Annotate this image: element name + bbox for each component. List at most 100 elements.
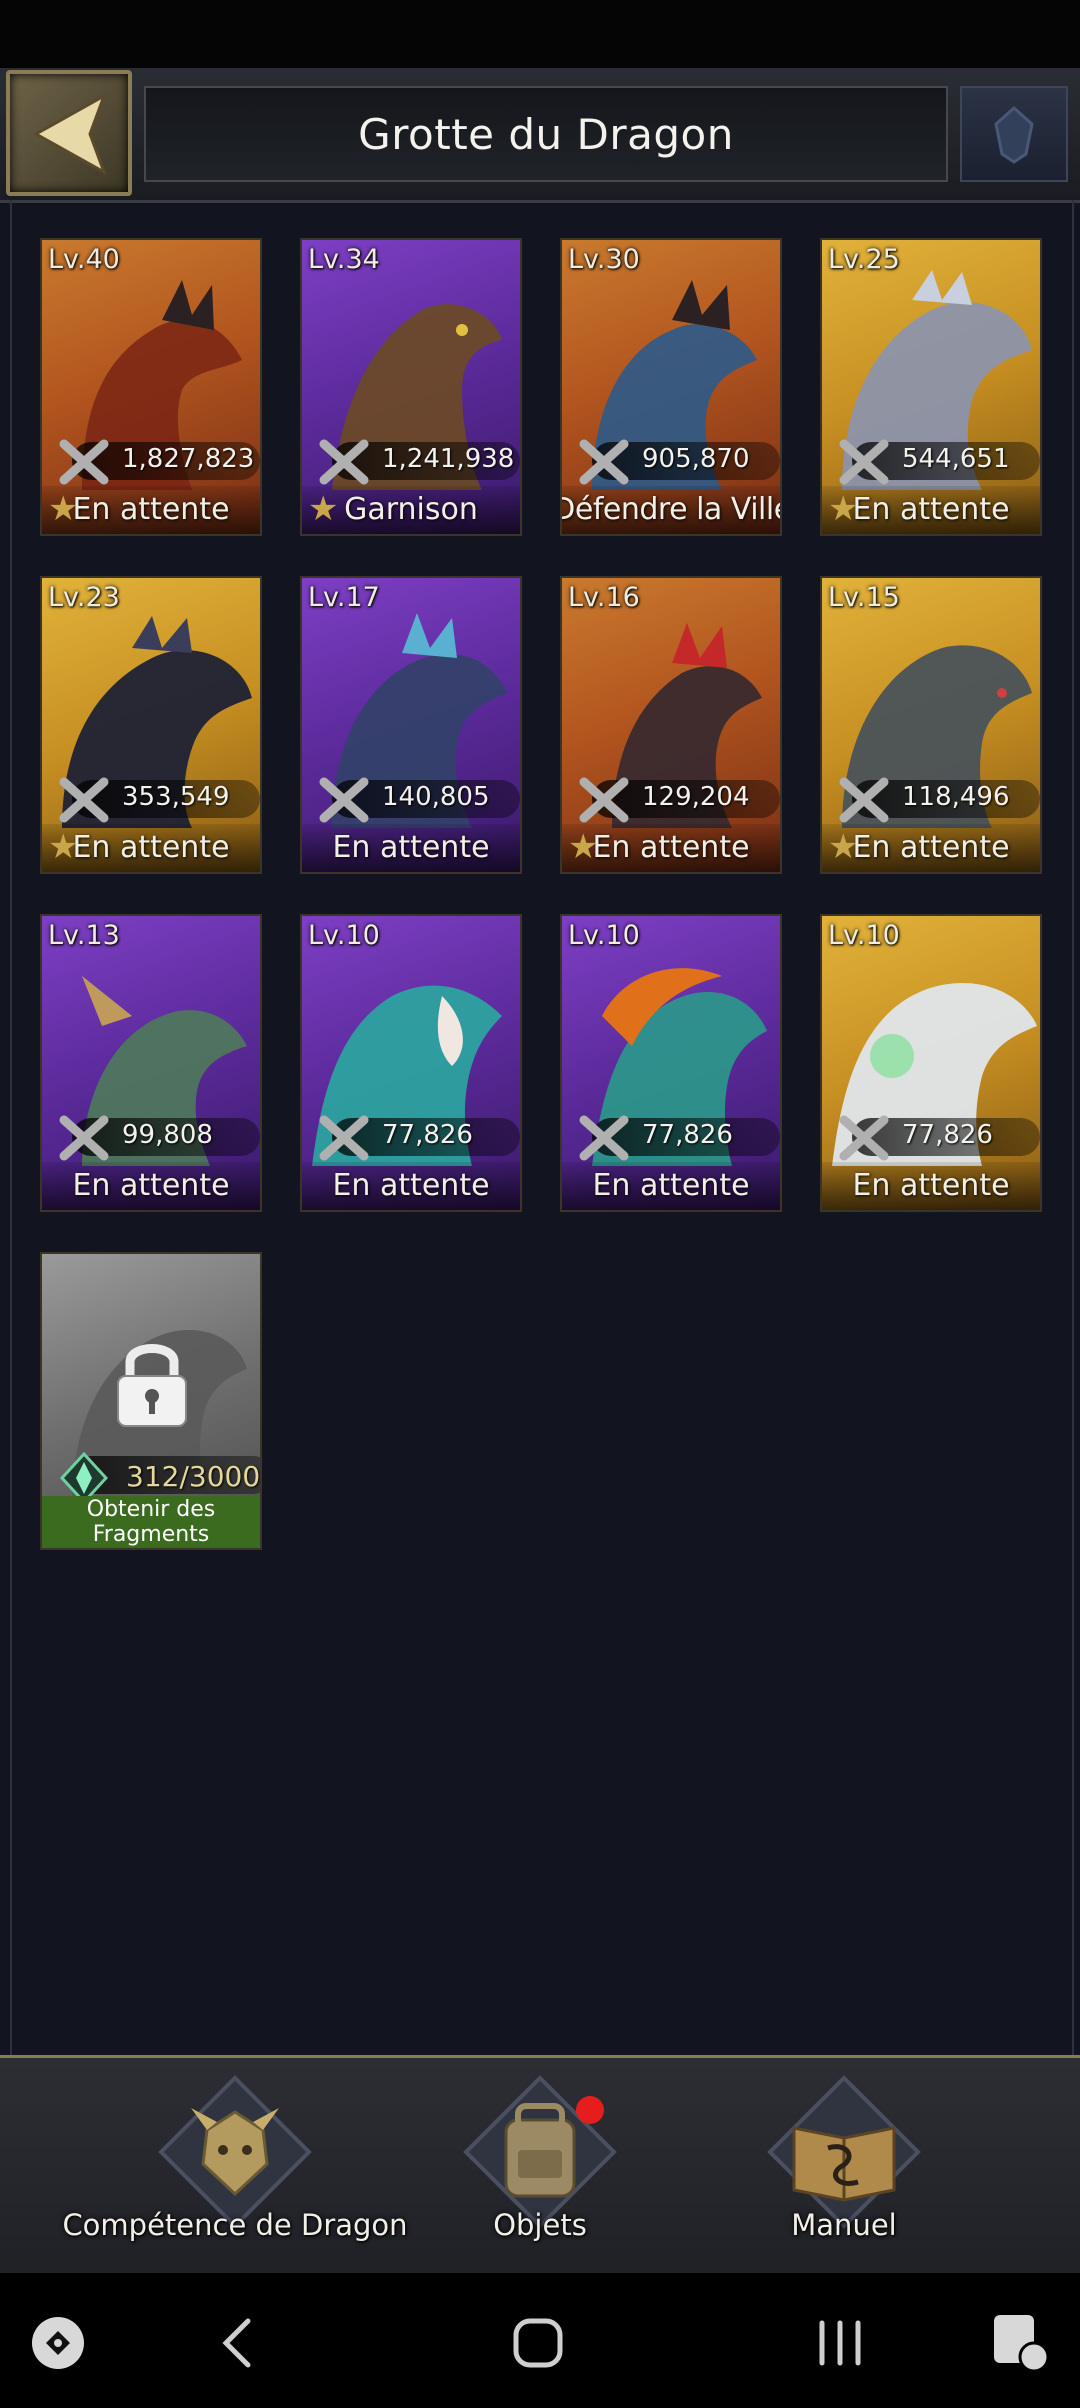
power-row: 140,805 [302, 776, 520, 823]
status-strip: En attente [822, 1162, 1040, 1210]
items-button[interactable]: Objets [440, 2058, 640, 2276]
level-label: Lv.25 [828, 244, 900, 275]
power-row: 77,826 [302, 1114, 520, 1161]
header: Grotte du Dragon [0, 68, 1080, 203]
status-label: En attente [72, 492, 230, 527]
crossed-swords-icon [319, 777, 369, 823]
status-strip: ★ Garnison [302, 486, 520, 534]
status-bar [0, 0, 1080, 68]
back-arrow-icon [32, 92, 107, 176]
dragon-card[interactable]: Lv.16 129,204 ★ En attente [560, 576, 782, 874]
dragon-card[interactable]: Lv.34 1,241,938 ★ Garnison [300, 238, 522, 536]
dragon-card[interactable]: Lv.23 353,549 ★ En attente [40, 576, 262, 874]
dragon-card[interactable]: Lv.40 1,827,823 ★ En attente [40, 238, 262, 536]
get-fragments-label-line1: Obtenir des [86, 1497, 216, 1522]
status-label: Défendre la Ville [560, 492, 782, 527]
power-value: 77,826 [642, 1120, 733, 1150]
fragment-row: 312/3000 [42, 1452, 260, 1504]
dragon-card[interactable]: Lv.10 77,826 En attente [820, 914, 1042, 1212]
status-label: En attente [852, 1168, 1010, 1203]
dragon-card[interactable]: Lv.25 544,651 ★ En attente [820, 238, 1042, 536]
crest-icon [994, 105, 1034, 164]
power-row: 129,204 [562, 776, 780, 823]
status-label: En attente [852, 830, 1010, 865]
level-label: Lv.15 [828, 582, 900, 613]
status-label: En attente [72, 830, 230, 865]
status-strip: ★ En attente [822, 824, 1040, 872]
crossed-swords-icon [59, 777, 109, 823]
get-fragments-label-line2: Fragments [92, 1522, 210, 1547]
level-label: Lv.10 [308, 920, 380, 951]
page-title: Grotte du Dragon [358, 109, 734, 159]
dragon-card[interactable]: Lv.17 140,805 En attente [300, 576, 522, 874]
power-value: 140,805 [382, 782, 490, 812]
locked-dragon-card[interactable]: 312/3000 Obtenir des Fragments [40, 1252, 262, 1550]
power-value: 129,204 [642, 782, 750, 812]
crossed-swords-icon [839, 439, 889, 485]
nav-back-icon[interactable] [218, 2317, 258, 2369]
power-value: 77,826 [902, 1120, 993, 1150]
power-row: 118,496 [822, 776, 1040, 823]
power-value: 118,496 [902, 782, 1010, 812]
nav-recents-icon[interactable] [814, 2319, 866, 2367]
status-strip: ★ En attente [822, 486, 1040, 534]
header-right-button[interactable] [960, 86, 1068, 182]
dragon-card[interactable]: Lv.10 77,826 En attente [560, 914, 782, 1212]
power-value: 99,808 [122, 1120, 213, 1150]
crossed-swords-icon [319, 439, 369, 485]
crossed-swords-icon [319, 1115, 369, 1161]
power-value: 77,826 [382, 1120, 473, 1150]
status-strip: ★ En attente [42, 824, 260, 872]
crossed-swords-icon [839, 1115, 889, 1161]
bottom-menu: Compétence de Dragon Objets Manuel [0, 2055, 1080, 2276]
items-label: Objets [493, 2208, 587, 2242]
power-row: 77,826 [562, 1114, 780, 1161]
dragon-skill-label: Compétence de Dragon [62, 2208, 408, 2242]
status-label: En attente [592, 1168, 750, 1203]
power-row: 1,827,823 [42, 438, 260, 485]
game-launcher-icon[interactable] [28, 2313, 88, 2373]
crossed-swords-icon [579, 777, 629, 823]
level-label: Lv.34 [308, 244, 380, 275]
crossed-swords-icon [59, 1115, 109, 1161]
level-label: Lv.10 [568, 920, 640, 951]
level-label: Lv.30 [568, 244, 640, 275]
status-label: En attente [332, 830, 490, 865]
dragon-card[interactable]: Lv.13 99,808 En attente [40, 914, 262, 1212]
dragon-skill-button[interactable]: Compétence de Dragon [60, 2058, 410, 2276]
level-label: Lv.16 [568, 582, 640, 613]
touch-protection-icon[interactable] [988, 2309, 1054, 2375]
status-strip: ★ En attente [562, 824, 780, 872]
status-strip: ★ En attente [42, 486, 260, 534]
nav-home-icon[interactable] [512, 2317, 564, 2369]
level-label: Lv.17 [308, 582, 380, 613]
power-row: 353,549 [42, 776, 260, 823]
power-value: 905,870 [642, 444, 750, 474]
power-row: 77,826 [822, 1114, 1040, 1161]
title-box: Grotte du Dragon [144, 86, 948, 182]
level-label: Lv.13 [48, 920, 120, 951]
dragon-card[interactable]: Lv.15 118,496 ★ En attente [820, 576, 1042, 874]
manual-label: Manuel [791, 2208, 897, 2242]
power-value: 353,549 [122, 782, 230, 812]
power-row: 544,651 [822, 438, 1040, 485]
crossed-swords-icon [59, 439, 109, 485]
status-strip: En attente [42, 1162, 260, 1210]
manual-button[interactable]: Manuel [744, 2058, 944, 2276]
status-label: En attente [72, 1168, 230, 1203]
back-button[interactable] [6, 70, 132, 196]
status-strip: En attente [302, 1162, 520, 1210]
power-value: 1,827,823 [122, 444, 255, 474]
power-value: 1,241,938 [382, 444, 515, 474]
status-strip: En attente [302, 824, 520, 872]
status-strip: En attente [562, 1162, 780, 1210]
level-label: Lv.40 [48, 244, 120, 275]
system-nav-bar [0, 2273, 1080, 2408]
get-fragments-button[interactable]: Obtenir des Fragments [42, 1496, 260, 1548]
level-label: Lv.23 [48, 582, 120, 613]
dragon-card[interactable]: Lv.30 905,870 Défendre la Ville [560, 238, 782, 536]
crossed-swords-icon [579, 1115, 629, 1161]
dragon-grid: Lv.40 1,827,823 ★ En attente Lv.34 1,241… [10, 200, 1074, 2055]
dragon-card[interactable]: Lv.10 77,826 En attente [300, 914, 522, 1212]
crossed-swords-icon [839, 777, 889, 823]
